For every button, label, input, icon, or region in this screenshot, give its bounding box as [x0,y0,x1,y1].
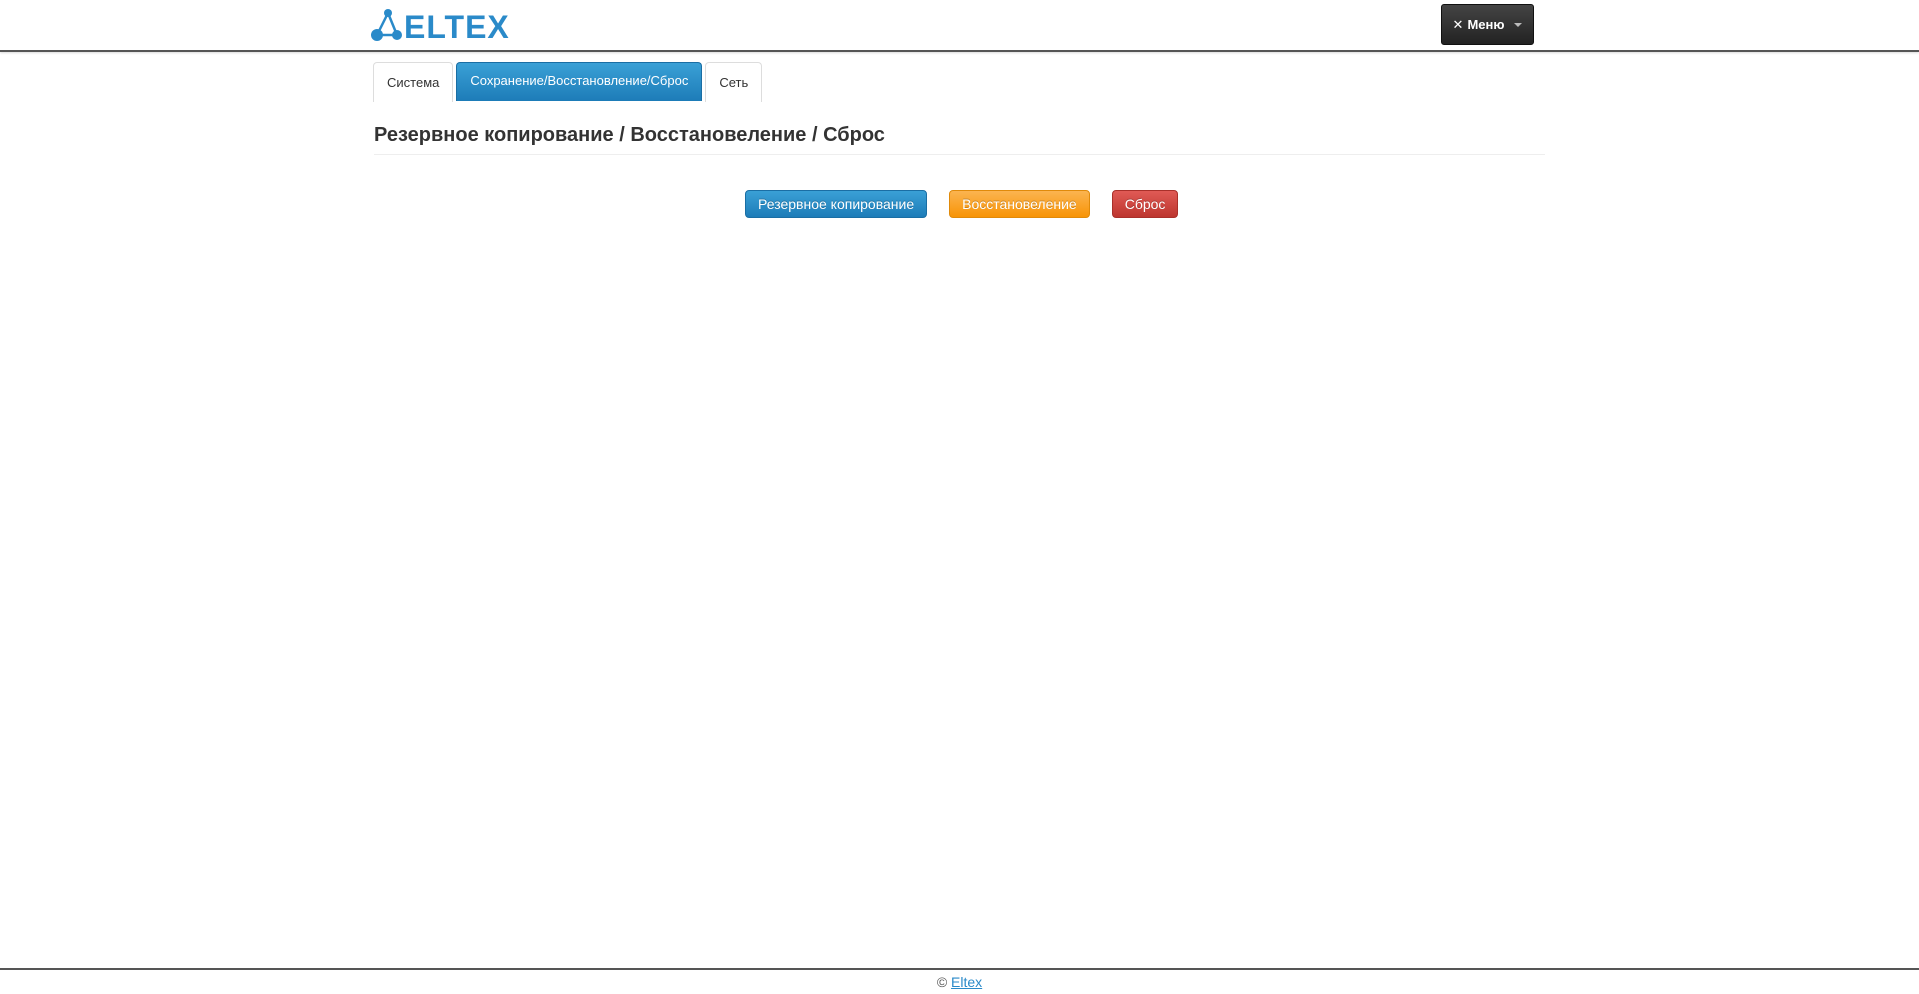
tab-bar: Система Сохранение/Восстановление/Сброс … [373,62,763,102]
tools-icon: ✕ [1452,16,1464,32]
restore-button[interactable]: Восстановеление [949,190,1090,218]
tab-network[interactable]: Сеть [705,62,763,102]
copyright-symbol: © [936,974,948,990]
page-title: Резервное копирование / Восстановеление … [374,124,1545,155]
svg-text:ELTEX: ELTEX [404,9,510,42]
tab-system[interactable]: Система [373,62,454,102]
eltex-logo[interactable]: ELTEX [371,8,527,42]
eltex-footer-link[interactable]: Eltex [951,974,982,990]
tab-backup-restore-reset[interactable]: Сохранение/Восстановление/Сброс [456,62,703,101]
reset-button[interactable]: Сброс [1111,190,1179,218]
action-buttons: Резервное копирование Восстановеление Сб… [745,190,1179,218]
menu-button-label: Меню [1467,17,1505,32]
caret-down-icon [1514,23,1523,27]
menu-button[interactable]: ✕ Меню [1441,4,1534,45]
top-navbar: ELTEX ✕ Меню [0,0,1919,52]
footer: © Eltex [0,968,1919,994]
backup-button[interactable]: Резервное копирование [745,190,928,218]
eltex-logo-graphic: ELTEX [371,9,510,42]
